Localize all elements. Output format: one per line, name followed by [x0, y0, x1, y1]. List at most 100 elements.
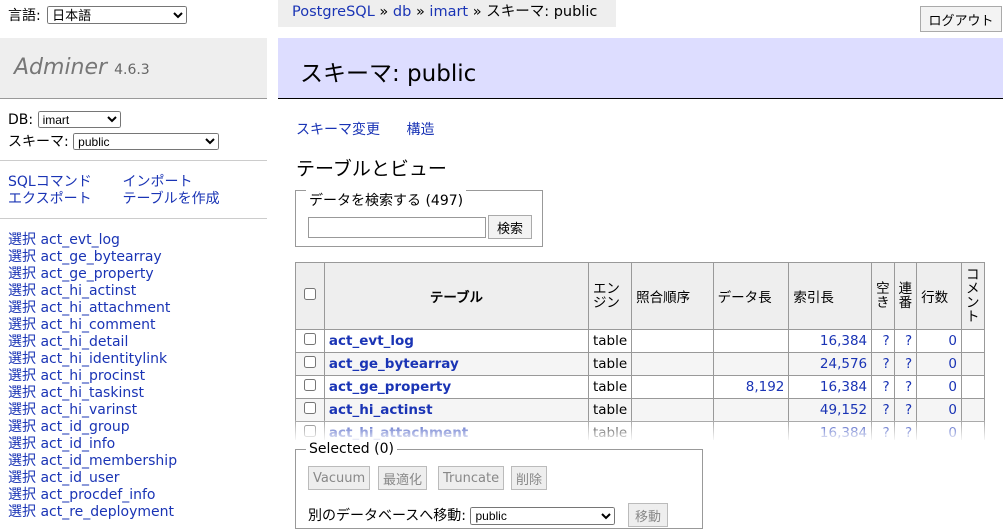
schema-select[interactable]: public	[73, 133, 220, 150]
select-link[interactable]: 選択	[8, 453, 36, 469]
app-logo[interactable]: Adminer 4.6.3	[14, 55, 150, 80]
table-name-link[interactable]: act_evt_log	[329, 333, 414, 349]
sidebar-table-link[interactable]: act_hi_varinst	[40, 402, 137, 418]
sidebar-table-link[interactable]: act_hi_taskinst	[40, 385, 144, 401]
db-select[interactable]: imart	[37, 111, 121, 128]
index-length-link[interactable]: 24,576	[820, 356, 867, 372]
index-length-link[interactable]: 49,152	[820, 402, 867, 418]
col-collation[interactable]: 照合順序	[631, 262, 714, 330]
rows-link[interactable]: 0	[948, 402, 957, 418]
col-index-length[interactable]: 索引長	[788, 262, 873, 330]
col-rows[interactable]: 行数	[916, 262, 962, 330]
import-link[interactable]: インポート	[122, 174, 192, 191]
sidebar-table-link[interactable]: act_id_membership	[40, 453, 177, 469]
select-all-checkbox[interactable]	[303, 288, 316, 300]
table-name-link[interactable]: act_ge_property	[329, 379, 451, 395]
rows-link[interactable]: 0	[948, 379, 957, 395]
language-select[interactable]: 日本語	[47, 6, 188, 24]
sidebar-table-link[interactable]: act_hi_comment	[40, 317, 155, 333]
rows-cell: 0	[916, 352, 962, 376]
free-link[interactable]: ?	[882, 356, 889, 372]
create-table-link[interactable]: テーブルを作成	[122, 191, 219, 208]
breadcrumb-server[interactable]: db	[393, 4, 411, 20]
select-link[interactable]: 選択	[8, 402, 36, 418]
col-comment[interactable]: コメ ント	[960, 262, 985, 330]
logout-button[interactable]: ログアウト	[920, 6, 1002, 32]
move-button[interactable]: 移動	[628, 503, 669, 527]
select-link[interactable]: 選択	[8, 470, 36, 486]
sidebar-table-link[interactable]: act_ge_bytearray	[40, 249, 161, 265]
col-table[interactable]: テーブル	[323, 262, 589, 330]
auto-inc-link[interactable]: ?	[905, 333, 912, 349]
engine-cell: table	[587, 329, 633, 353]
sidebar-table-link[interactable]: act_ge_property	[40, 266, 153, 282]
select-link[interactable]: 選択	[8, 487, 36, 503]
data-length-link[interactable]: 8,192	[746, 379, 785, 395]
rows-link[interactable]: 0	[948, 356, 957, 372]
vacuum-button[interactable]: Vacuum	[308, 466, 371, 490]
auto-inc-link[interactable]: ?	[905, 379, 912, 395]
col-engine[interactable]: エン ジン	[587, 262, 633, 330]
row-checkbox[interactable]	[303, 333, 316, 345]
auto-inc-link[interactable]: ?	[905, 402, 912, 418]
select-link[interactable]: 選択	[8, 300, 36, 316]
index-length-link[interactable]: 16,384	[820, 333, 867, 349]
select-link[interactable]: 選択	[8, 436, 36, 452]
sidebar-table-link[interactable]: act_id_user	[40, 470, 119, 486]
alter-schema-link[interactable]: スキーマ変更	[296, 122, 380, 138]
sidebar-table-link[interactable]: act_id_group	[40, 419, 129, 435]
select-link[interactable]: 選択	[8, 266, 36, 282]
row-checkbox[interactable]	[303, 356, 316, 368]
sidebar-table-link[interactable]: act_evt_log	[40, 232, 120, 248]
select-link[interactable]: 選択	[8, 385, 36, 401]
select-link[interactable]: 選択	[8, 351, 36, 367]
search-input[interactable]	[308, 217, 486, 238]
index-length-link[interactable]: 16,384	[820, 379, 867, 395]
breadcrumb-driver[interactable]: PostgreSQL	[292, 4, 375, 20]
search-button[interactable]: 検索	[488, 215, 532, 239]
drop-button[interactable]: 削除	[511, 466, 548, 490]
col-data-length[interactable]: データ長	[712, 262, 790, 330]
col-free[interactable]: 空 き	[871, 262, 895, 330]
sidebar-table-link[interactable]: act_hi_procinst	[40, 368, 145, 384]
sidebar-table-link[interactable]: act_hi_attachment	[40, 300, 170, 316]
structure-link[interactable]: 構造	[406, 122, 434, 138]
free-link[interactable]: ?	[882, 402, 889, 418]
select-link[interactable]: 選択	[8, 419, 36, 435]
select-link[interactable]: 選択	[8, 368, 36, 384]
table-name-link[interactable]: act_ge_bytearray	[329, 356, 459, 372]
collation-cell	[631, 375, 714, 399]
select-link[interactable]: 選択	[8, 283, 36, 299]
sidebar-table-link[interactable]: act_hi_identitylink	[40, 351, 167, 367]
index-length-cell: 24,576	[788, 352, 873, 376]
row-checkbox[interactable]	[303, 402, 316, 414]
select-link[interactable]: 選択	[8, 249, 36, 265]
sidebar-table-link[interactable]: act_id_info	[40, 436, 115, 452]
export-link[interactable]: エクスポート	[8, 191, 118, 208]
select-link[interactable]: 選択	[8, 334, 36, 350]
free-link[interactable]: ?	[882, 333, 889, 349]
sidebar-table-item: 選択 act_hi_taskinst	[8, 385, 177, 402]
breadcrumb-db[interactable]: imart	[429, 4, 468, 20]
rows-link[interactable]: 0	[948, 333, 957, 349]
sql-command-link[interactable]: SQLコマンド	[8, 174, 118, 191]
select-link[interactable]: 選択	[8, 232, 36, 248]
select-link[interactable]: 選択	[8, 317, 36, 333]
sidebar-table-item: 選択 act_hi_detail	[8, 334, 177, 351]
table-name-cell: act_evt_log	[323, 329, 589, 353]
free-link[interactable]: ?	[882, 379, 889, 395]
auto-inc-link[interactable]: ?	[905, 356, 912, 372]
rows-cell: 0	[916, 398, 962, 422]
sidebar-table-link[interactable]: act_hi_detail	[40, 334, 128, 350]
row-checkbox[interactable]	[303, 379, 316, 391]
truncate-button[interactable]: Truncate	[438, 466, 505, 490]
col-auto-increment[interactable]: 連 番	[893, 262, 918, 330]
sidebar-table-link[interactable]: act_hi_actinst	[40, 283, 136, 299]
sidebar-table-link[interactable]: act_procdef_info	[40, 487, 155, 503]
sidebar-table-item: 選択 act_ge_property	[8, 266, 177, 283]
move-target-select[interactable]: public	[470, 507, 616, 525]
data-length-cell: 8,192	[712, 375, 790, 399]
table-name-link[interactable]: act_hi_actinst	[329, 402, 433, 418]
optimize-button[interactable]: 最適化	[378, 466, 428, 490]
move-label: 別のデータベースへ移動:	[308, 508, 467, 524]
